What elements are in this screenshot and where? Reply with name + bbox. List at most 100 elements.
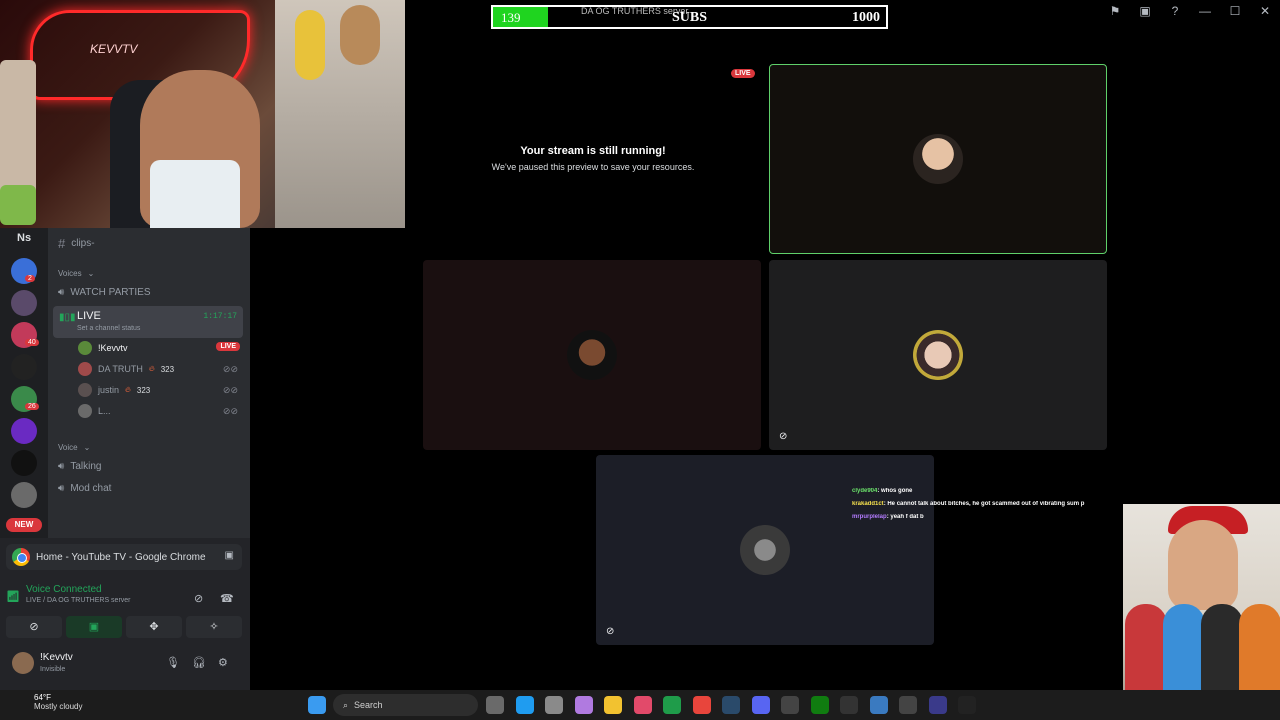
category-voice[interactable]: Voice ⌄: [58, 443, 90, 452]
microphone-icon[interactable]: 🎙︎: [166, 656, 180, 669]
close-button[interactable]: ✕: [1250, 4, 1280, 18]
voice-member[interactable]: !Kevvtv: [78, 341, 128, 355]
server-header: Ns: [17, 232, 32, 244]
disconnect-icon[interactable]: ☎: [220, 592, 234, 605]
paused-title: Your stream is still running!: [520, 145, 666, 157]
windows-start-icon[interactable]: [308, 696, 326, 714]
media-icon[interactable]: [928, 696, 947, 714]
gear-icon[interactable]: ⚙: [218, 656, 228, 669]
voice-connection: Voice Connected LIVE / DA OG TRUTHERS se…: [14, 584, 131, 604]
avatar: [78, 383, 92, 397]
speaker-icon: 🔊︎: [58, 483, 65, 494]
soundboard-button[interactable]: ✧: [186, 616, 242, 638]
avatar: [78, 341, 92, 355]
voice-server[interactable]: LIVE / DA OG TRUTHERS server: [14, 597, 131, 604]
channel-live[interactable]: ▮▯▮ LIVE Set a channel status 1:17:17: [53, 306, 243, 338]
participant-tile[interactable]: ⊘: [769, 260, 1107, 450]
app-icon[interactable]: [869, 696, 888, 714]
help-icon[interactable]: ?: [1160, 4, 1190, 18]
window-controls: ⚑ ▣ ? — ☐ ✕: [1100, 0, 1280, 22]
paused-preview: Your stream is still running! We've paus…: [424, 66, 762, 254]
user-panel: Home - YouTube TV - Google Chrome ▣ 📶︎ V…: [0, 538, 250, 690]
speaker-icon: 🔊︎: [58, 461, 65, 472]
server-avatar-icon[interactable]: [11, 418, 37, 444]
weather-temp: 64°F: [34, 693, 51, 702]
chrome-icon[interactable]: [692, 696, 711, 714]
obs-icon[interactable]: [899, 696, 917, 714]
unread-badge: 40: [25, 339, 39, 346]
webcam-overlay: KEVVTV: [0, 0, 405, 228]
muted-icon: ⊘⊘: [222, 385, 238, 395]
screen: Your stream is still running! We've paus…: [0, 0, 1280, 720]
voice-member[interactable]: DA TRUTH 🔥︎ 323: [78, 362, 174, 376]
channel-list: # clips- Voices ⌄ 🔊︎ WATCH PARTIES ▮▯▮ LI…: [48, 228, 250, 538]
channel-label: Mod chat: [70, 483, 112, 494]
member-name: !Kevvtv: [98, 343, 128, 353]
popout-icon[interactable]: ▣: [1130, 4, 1160, 18]
settings-icon[interactable]: [545, 696, 563, 714]
current-user[interactable]: !Kevvtv Invisible 🎙︎ 🎧︎ ⚙: [6, 648, 242, 678]
channel-label: WATCH PARTIES: [70, 287, 151, 298]
channel-clips[interactable]: # clips-: [58, 236, 95, 251]
participant-tile[interactable]: ⊘: [596, 455, 934, 645]
christmas-photo: [1123, 504, 1280, 720]
steam-icon[interactable]: [722, 696, 740, 714]
file-explorer-icon[interactable]: [604, 696, 622, 714]
category-voices[interactable]: Voices ⌄: [58, 269, 94, 278]
user-status: Invisible: [40, 666, 66, 673]
edge-icon[interactable]: [515, 696, 534, 714]
channel-mod-chat[interactable]: 🔊︎ Mod chat: [58, 483, 111, 494]
subs-label: SUBS: [671, 10, 708, 25]
app-icon[interactable]: [840, 696, 858, 714]
xbox-icon[interactable]: [810, 696, 829, 714]
server-avatar-icon[interactable]: [11, 450, 37, 476]
participant-avatar: [913, 330, 963, 380]
channel-talking[interactable]: 🔊︎ Talking: [58, 461, 101, 472]
weather-widget[interactable]: 64°F Mostly cloudy: [12, 693, 82, 711]
app-icon[interactable]: [781, 696, 799, 714]
chevron-down-icon: ⌄: [83, 443, 91, 452]
channel-label: clips-: [71, 238, 95, 249]
member-name: L...: [98, 406, 111, 416]
server-avatar-icon[interactable]: [11, 290, 37, 316]
taskbar-search[interactable]: ⌕ Search: [333, 694, 478, 716]
weather-desc: Mostly cloudy: [34, 702, 83, 711]
chat-overlay: clyde904: whos gone krakadd1ct: He canno…: [852, 488, 1122, 527]
stop-share-icon[interactable]: ▣: [225, 550, 234, 561]
voice-member[interactable]: L...: [78, 404, 111, 418]
copilot-icon[interactable]: [574, 696, 593, 714]
music-icon[interactable]: [633, 696, 652, 714]
flame-icon: 🔥︎: [148, 364, 155, 373]
flame-icon: 🔥︎: [125, 385, 131, 394]
avatar: [78, 404, 92, 418]
minimize-button[interactable]: —: [1190, 4, 1220, 18]
noise-suppression-icon[interactable]: ⊘: [194, 592, 203, 605]
server-avatar-icon[interactable]: [11, 482, 37, 508]
discord-icon[interactable]: [751, 696, 770, 714]
task-view-icon[interactable]: [486, 696, 504, 714]
chat-message: krakadd1ct: He cannot talk about bitches…: [852, 501, 1085, 507]
search-icon: ⌕: [343, 699, 349, 710]
channel-label: Talking: [70, 461, 102, 472]
new-badge[interactable]: NEW: [6, 518, 42, 532]
maximize-button[interactable]: ☐: [1220, 4, 1250, 18]
spreadsheet-icon[interactable]: [663, 696, 681, 714]
participant-tile[interactable]: [769, 64, 1107, 254]
activities-button[interactable]: ✥: [126, 616, 182, 638]
channel-timer: 1:17:17: [203, 312, 237, 321]
channel-status[interactable]: Set a channel status: [77, 325, 140, 332]
unreal-icon[interactable]: [958, 696, 976, 714]
streamer-shirt: [150, 160, 240, 228]
headphones-icon[interactable]: 🎧︎: [192, 656, 206, 669]
inbox-icon[interactable]: ⚑: [1100, 4, 1130, 18]
participant-tile[interactable]: [423, 260, 761, 450]
search-placeholder: Search: [354, 700, 383, 710]
channel-watch-parties[interactable]: 🔊︎ WATCH PARTIES: [58, 287, 151, 298]
camera-off-button[interactable]: ⊘: [6, 616, 62, 638]
chrome-icon: [12, 548, 30, 566]
screen-share-card[interactable]: Home - YouTube TV - Google Chrome ▣: [6, 544, 242, 570]
screen-share-button[interactable]: ▣: [66, 616, 122, 638]
server-avatar-icon[interactable]: [11, 354, 37, 380]
voice-member[interactable]: justin 🔥︎ 323: [78, 383, 150, 397]
avatar: [12, 652, 34, 674]
